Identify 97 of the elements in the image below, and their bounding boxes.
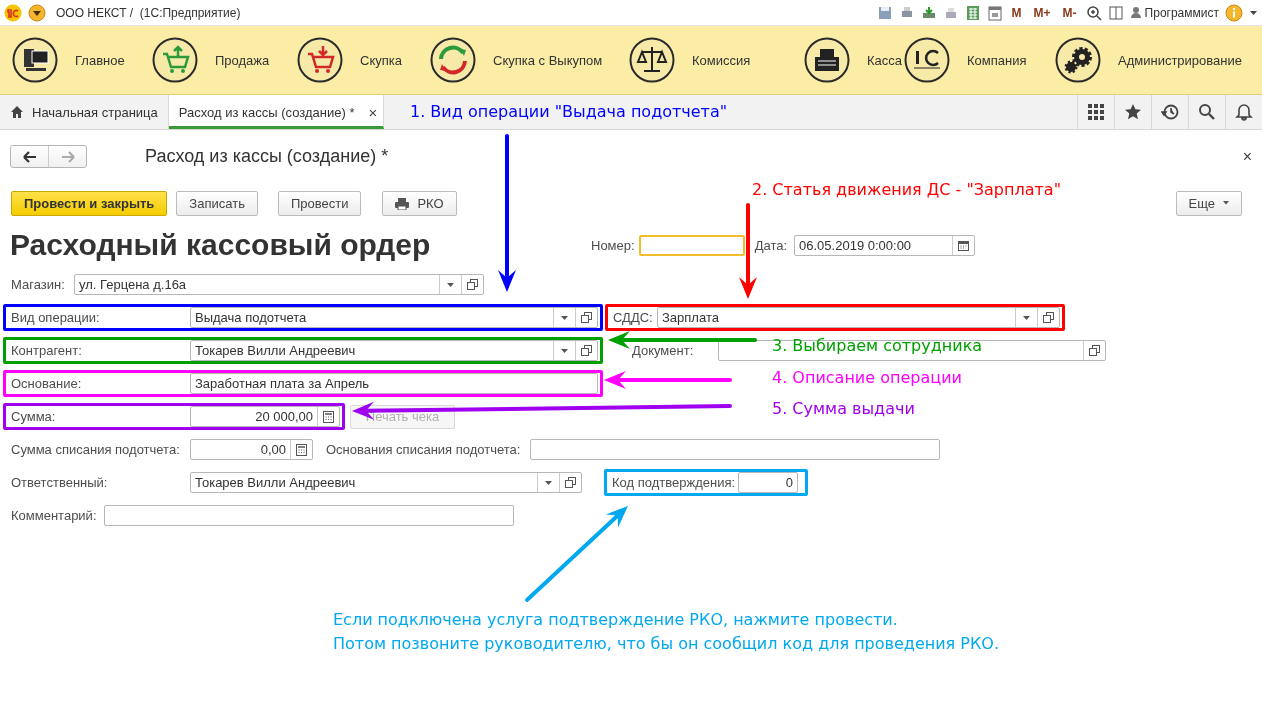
input-field[interactable]: 0 <box>738 472 798 493</box>
section-icon <box>430 37 476 83</box>
home-icon <box>10 105 24 119</box>
input-field[interactable]: Зарплата <box>657 307 1060 328</box>
apps-icon[interactable] <box>1087 103 1105 121</box>
input-field[interactable] <box>104 505 514 526</box>
print-button[interactable]: РКО <box>382 190 457 216</box>
star-icon[interactable] <box>1124 103 1142 121</box>
section-link[interactable]: Компания <box>904 37 1055 83</box>
dropdown-icon[interactable] <box>560 314 569 321</box>
input-field[interactable]: Выдача подотчета <box>190 307 598 328</box>
field-label: Контрагент: <box>11 343 83 358</box>
history-icon[interactable] <box>1161 103 1179 121</box>
notifications-icon[interactable] <box>1235 103 1253 121</box>
info-icon[interactable] <box>1225 3 1243 22</box>
field-label: Комментарий: <box>11 508 98 523</box>
open-icon[interactable] <box>581 312 592 323</box>
dropdown-icon[interactable] <box>446 281 455 288</box>
dropdown-icon[interactable] <box>1022 314 1031 321</box>
search-icon[interactable] <box>1198 103 1216 121</box>
section-icon <box>804 37 850 83</box>
section-link[interactable]: Главное <box>12 37 152 83</box>
field-label: Дата: <box>754 237 788 253</box>
open-icon[interactable] <box>581 345 592 356</box>
command-button[interactable]: Записать <box>176 190 258 216</box>
form-heading: Расходный кассовый ордер <box>10 228 432 262</box>
field-label: СДДС: <box>613 310 654 325</box>
field-label: Основания списания подотчета: <box>326 442 522 457</box>
field-label: Ответственный: <box>11 475 109 490</box>
field-label: Документ: <box>632 343 695 358</box>
memory-button[interactable]: M+ <box>1030 5 1054 20</box>
memory-button[interactable]: M <box>1008 5 1025 20</box>
field-label: Вид операции: <box>11 310 101 325</box>
back-icon[interactable] <box>22 150 37 163</box>
field-label: Сумма списания подотчета: <box>11 442 181 457</box>
section-link[interactable]: Комиссия <box>629 37 804 83</box>
field-label: Основание: <box>11 376 83 391</box>
close-tab-button[interactable]: × <box>368 103 378 121</box>
annotation-note: Если подключена услуга подтверждение РКО, нажмите провести. <box>333 610 898 629</box>
tab[interactable]: Расход из кассы (создание) * × <box>168 95 384 129</box>
field-label: Код подтверждения: <box>612 475 737 490</box>
number-field[interactable] <box>638 234 745 256</box>
section-icon <box>152 37 198 83</box>
section-icon <box>12 37 58 83</box>
user-name[interactable]: Программист <box>1144 5 1219 20</box>
field-label: Магазин: <box>11 277 66 292</box>
command-button[interactable]: Провести и закрыть <box>11 190 168 216</box>
download-icon[interactable] <box>920 4 937 21</box>
save-icon[interactable] <box>876 4 893 21</box>
section-link[interactable]: Касса <box>804 37 904 83</box>
input-field[interactable]: 0,00 <box>190 439 313 460</box>
dropdown-icon[interactable] <box>560 347 569 354</box>
app-logo-icon[interactable] <box>4 3 22 22</box>
date-field[interactable]: 06.05.2019 0:00:00 <box>794 234 976 256</box>
menu-icon[interactable] <box>28 3 46 22</box>
memory-button[interactable]: M- <box>1059 5 1080 20</box>
field-label: Номер: <box>591 237 635 253</box>
input-field[interactable]: 20 000,00 <box>190 406 340 427</box>
annotation-text: 2. Статья движения ДС - "Зарплата" <box>752 180 1061 199</box>
input-field[interactable] <box>530 439 940 460</box>
section-link[interactable]: Администрирование <box>1055 37 1255 83</box>
open-icon[interactable] <box>1043 312 1054 323</box>
field-label: Сумма: <box>11 409 57 424</box>
form-title: Расход из кассы (создание) * <box>145 146 389 167</box>
annotation-note: Потом позвоните руководителю, что бы он сообщил код для проведения РКО. <box>333 634 999 653</box>
input-field[interactable]: Токарев Вилли Андреевич <box>190 340 598 361</box>
annotation-text: 5. Сумма выдачи <box>772 399 915 418</box>
section-link[interactable]: Продажа <box>152 37 297 83</box>
calendar-icon[interactable] <box>986 4 1003 21</box>
annotation-text: 4. Описание операции <box>772 368 962 387</box>
more-button[interactable]: Еще <box>1175 190 1242 216</box>
dropdown-icon[interactable] <box>544 479 553 486</box>
section-icon <box>904 37 950 83</box>
annotation-text: 3. Выбираем сотрудника <box>772 336 983 355</box>
printer-icon <box>395 196 410 210</box>
open-icon[interactable] <box>467 279 478 290</box>
caret-icon <box>1223 201 1229 205</box>
input-field[interactable]: ул. Герцена д.16а <box>74 274 484 295</box>
open-icon[interactable] <box>565 477 576 488</box>
section-link[interactable]: Скупка с Выкупом <box>430 37 629 83</box>
zoom-icon[interactable] <box>1085 4 1102 21</box>
user-icon <box>1129 6 1142 19</box>
window-title: ООО НЕКСТ / (1С:Предприятие) <box>56 5 241 20</box>
section-icon <box>297 37 343 83</box>
section-icon <box>1055 37 1101 83</box>
command-button[interactable]: Провести <box>277 190 362 216</box>
annotation-text: 1. Вид операции "Выдача подотчета" <box>410 102 728 121</box>
section-link[interactable]: Скупка <box>297 37 430 83</box>
caret-icon[interactable] <box>1249 8 1258 17</box>
panel-icon[interactable] <box>1107 4 1124 21</box>
input-field[interactable]: Токарев Вилли Андреевич <box>190 472 582 493</box>
tab[interactable]: Начальная страница <box>0 95 169 129</box>
input-field[interactable]: Заработная плата за Апрель <box>190 373 598 394</box>
close-button[interactable]: × <box>1242 147 1252 166</box>
section-icon <box>629 37 675 83</box>
calendar-icon[interactable] <box>958 239 970 251</box>
open-icon[interactable] <box>1089 345 1100 356</box>
